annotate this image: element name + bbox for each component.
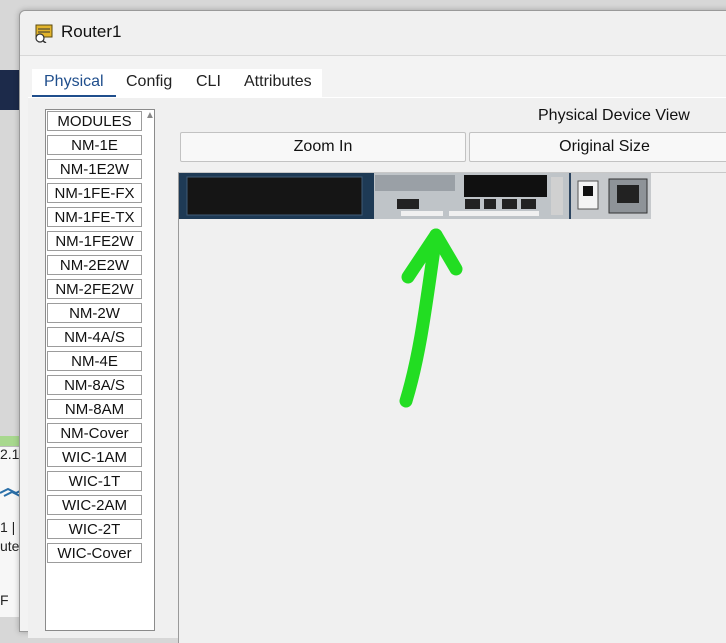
module-item[interactable]: NM-1E2W	[47, 159, 142, 179]
module-item[interactable]: WIC-2T	[47, 519, 142, 539]
zoom-in-button[interactable]: Zoom In	[180, 132, 466, 162]
module-item[interactable]: WIC-1AM	[47, 447, 142, 467]
module-item[interactable]: NM-2FE2W	[47, 279, 142, 299]
physical-device-view-title: Physical Device View	[538, 107, 690, 124]
module-item[interactable]: NM-8AM	[47, 399, 142, 419]
module-item[interactable]: NM-1E	[47, 135, 142, 155]
scroll-up-arrow-icon[interactable]: ▲	[145, 110, 155, 122]
module-item[interactable]: NM-1FE-TX	[47, 207, 142, 227]
tab-bar: Physical Config CLI Attributes	[32, 69, 322, 98]
router-app-icon	[35, 24, 53, 43]
router-window: Router1 Physical Config CLI Attributes M…	[19, 10, 726, 643]
tab-config[interactable]: Config	[126, 69, 172, 95]
physical-tab-content: MODULES NM-1E NM-1E2W NM-1FE-FX NM-1FE-T…	[28, 97, 726, 643]
module-item[interactable]: NM-1FE2W	[47, 231, 142, 251]
module-list-panel: MODULES NM-1E NM-1E2W NM-1FE-FX NM-1FE-T…	[45, 109, 155, 631]
title-bar[interactable]: Router1	[20, 11, 726, 56]
background-text: F	[0, 592, 9, 608]
tab-attributes[interactable]: Attributes	[244, 69, 312, 95]
background-text: ute	[0, 538, 20, 554]
window-title: Router1	[61, 22, 122, 41]
tab-physical[interactable]: Physical	[32, 69, 116, 98]
router-chassis-image[interactable]	[179, 173, 651, 219]
original-size-button[interactable]: Original Size	[469, 132, 726, 162]
module-item[interactable]: WIC-2AM	[47, 495, 142, 515]
background-text: 2.1	[0, 446, 20, 462]
physical-device-canvas[interactable]	[178, 172, 726, 643]
module-item[interactable]: WIC-Cover	[47, 543, 142, 563]
modules-header: MODULES	[47, 111, 142, 131]
module-item[interactable]: NM-2W	[47, 303, 142, 323]
module-item[interactable]: NM-4E	[47, 351, 142, 371]
module-item[interactable]: WIC-1T	[47, 471, 142, 491]
module-item[interactable]: NM-8A/S	[47, 375, 142, 395]
module-item[interactable]: NM-1FE-FX	[47, 183, 142, 203]
tab-cli[interactable]: CLI	[196, 69, 221, 95]
module-item[interactable]: NM-4A/S	[47, 327, 142, 347]
module-item[interactable]: NM-Cover	[47, 423, 142, 443]
annotation-arrow	[399, 228, 463, 408]
module-item[interactable]: NM-2E2W	[47, 255, 142, 275]
